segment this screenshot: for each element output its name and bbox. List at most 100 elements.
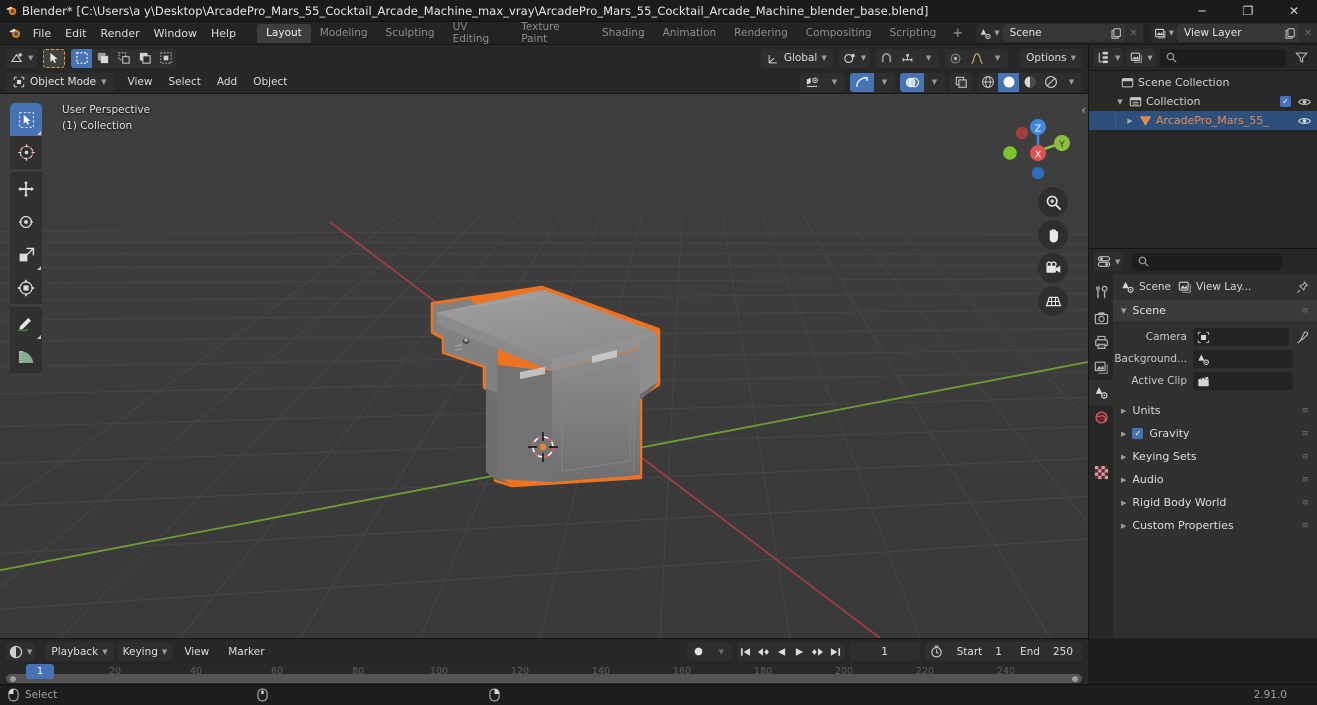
- play-button[interactable]: [791, 642, 809, 661]
- tab-compositing[interactable]: Compositing: [797, 24, 881, 43]
- menu-render[interactable]: Render: [93, 24, 146, 42]
- outliner-search-input[interactable]: [1159, 48, 1286, 67]
- previous-keyframe-button[interactable]: [755, 642, 773, 661]
- select-intersect-icon[interactable]: [155, 49, 176, 68]
- section-gravity[interactable]: ▶ ✓ Gravity ≡: [1113, 422, 1317, 445]
- breadcrumb-scene[interactable]: Scene: [1121, 280, 1171, 294]
- section-audio[interactable]: ▶ Audio ≡: [1113, 468, 1317, 491]
- chevron-down-icon[interactable]: ▼: [987, 49, 1008, 68]
- timeline-menu-keying[interactable]: Keying ▼: [116, 642, 174, 661]
- view-layer-name-field[interactable]: View Layer: [1177, 24, 1281, 42]
- tab-modeling[interactable]: Modeling: [311, 24, 377, 43]
- outliner-editor[interactable]: ▼ ▼ Scene Collection ▼ Collection ✓ ▶ Ar…: [1088, 45, 1317, 248]
- scrollbar-handle-left[interactable]: [10, 675, 16, 682]
- new-view-layer-button[interactable]: [1281, 24, 1299, 42]
- shading-rendered-icon[interactable]: [1040, 73, 1061, 92]
- tab-layout[interactable]: Layout: [257, 23, 311, 43]
- chevron-down-icon[interactable]: ▼: [874, 73, 895, 92]
- collection-checkbox[interactable]: ✓: [1280, 96, 1291, 107]
- transform-orientation-dropdown[interactable]: Global ▼: [760, 48, 833, 68]
- chevron-down-icon[interactable]: ▼: [824, 73, 845, 92]
- falloff-curve-icon[interactable]: [966, 49, 987, 68]
- menu-edit[interactable]: Edit: [58, 24, 93, 42]
- viewport-menu-object[interactable]: Object: [245, 73, 295, 92]
- chevron-down-icon[interactable]: ▼: [711, 642, 732, 661]
- zoom-icon[interactable]: [1038, 187, 1068, 217]
- pin-icon[interactable]: [1296, 280, 1309, 294]
- tool-scale[interactable]: [10, 238, 42, 271]
- menu-help[interactable]: Help: [204, 24, 243, 42]
- section-rigid-body-world[interactable]: ▶ Rigid Body World ≡: [1113, 491, 1317, 514]
- breadcrumb-view-layer[interactable]: View Lay...: [1178, 280, 1251, 294]
- chevron-right-icon[interactable]: ▶: [1125, 117, 1135, 125]
- tab-animation[interactable]: Animation: [654, 24, 726, 43]
- menu-file[interactable]: File: [26, 24, 58, 42]
- timeline-menu-marker[interactable]: Marker: [220, 642, 272, 661]
- use-preview-range-icon[interactable]: [925, 642, 948, 661]
- properties-tab-tool[interactable]: [1089, 280, 1113, 305]
- toggle-ortho-icon[interactable]: [1038, 286, 1068, 316]
- properties-tab-texture[interactable]: [1089, 460, 1113, 485]
- scene-browse-button[interactable]: ▼: [976, 24, 1003, 42]
- tool-measure[interactable]: [10, 340, 42, 373]
- gravity-checkbox[interactable]: ✓: [1132, 428, 1144, 439]
- tool-tweak[interactable]: [10, 103, 42, 136]
- properties-tab-render[interactable]: [1089, 305, 1113, 330]
- 3d-viewport[interactable]: ▼ Global ▼ ▼ ▼ ▼ Options ▼ Object Mode ▼…: [0, 45, 1088, 638]
- chevron-down-icon[interactable]: ▼: [918, 49, 939, 68]
- remove-view-layer-button[interactable]: ✕: [1299, 24, 1317, 42]
- viewport-sidebar-toggle[interactable]: ‹: [1081, 103, 1086, 117]
- maximize-button[interactable]: ❐: [1225, 0, 1271, 22]
- next-keyframe-button[interactable]: [809, 642, 827, 661]
- tab-rendering[interactable]: Rendering: [725, 24, 797, 43]
- tab-sculpting[interactable]: Sculpting: [377, 24, 444, 43]
- section-keying-sets[interactable]: ▶ Keying Sets ≡: [1113, 445, 1317, 468]
- jump-to-start-button[interactable]: [737, 642, 755, 661]
- proportional-edit-icon[interactable]: [945, 49, 966, 68]
- tool-transform[interactable]: [10, 271, 42, 304]
- scene-name-field[interactable]: Scene: [1002, 24, 1107, 42]
- viewport-navigation-gizmo[interactable]: Z Y X: [996, 107, 1074, 185]
- remove-scene-button[interactable]: ✕: [1124, 24, 1143, 42]
- timeline-editor-type-button[interactable]: ▼: [6, 642, 36, 661]
- current-frame-field[interactable]: 1: [849, 642, 920, 661]
- eyedropper-icon[interactable]: [1295, 330, 1309, 344]
- section-units[interactable]: ▶ Units ≡: [1113, 399, 1317, 422]
- timeline-playhead[interactable]: 1: [26, 664, 54, 679]
- active-clip-field[interactable]: [1193, 372, 1293, 390]
- play-reverse-button[interactable]: [773, 642, 791, 661]
- interaction-mode-dropdown[interactable]: Object Mode ▼: [6, 72, 114, 92]
- scrollbar-handle-right[interactable]: [1072, 675, 1078, 682]
- new-scene-button[interactable]: [1106, 24, 1125, 42]
- properties-editor[interactable]: ▼ Scene View Lay... ▼ Scene ≡ Camera Bac…: [1088, 248, 1317, 639]
- options-dropdown[interactable]: Options ▼: [1020, 48, 1082, 68]
- select-box-icon[interactable]: [71, 48, 93, 68]
- toggle-xray-button[interactable]: [950, 72, 972, 92]
- viewport-menu-add[interactable]: Add: [209, 73, 245, 92]
- tool-annotate[interactable]: [10, 307, 42, 340]
- add-workspace-button[interactable]: +: [945, 26, 970, 41]
- viewport-menu-select[interactable]: Select: [160, 73, 208, 92]
- tab-scripting[interactable]: Scripting: [881, 24, 946, 43]
- viewport-canvas[interactable]: [0, 94, 1088, 638]
- properties-search-input[interactable]: [1132, 252, 1283, 271]
- camera-field[interactable]: [1193, 328, 1289, 346]
- select-invert-icon[interactable]: [134, 49, 155, 68]
- chevron-down-icon[interactable]: ▼: [1061, 73, 1082, 92]
- scene-panel-header[interactable]: ▼ Scene ≡: [1113, 300, 1317, 321]
- select-extend-icon[interactable]: [92, 49, 113, 68]
- shading-solid-icon[interactable]: [998, 72, 1019, 92]
- shading-mode-group[interactable]: ▼: [977, 72, 1082, 92]
- shading-material-icon[interactable]: [1019, 73, 1040, 92]
- outliner-filter-id-button[interactable]: ▼: [1127, 48, 1156, 67]
- blender-menu-icon[interactable]: [4, 24, 26, 42]
- timeline-menu-view[interactable]: View: [176, 642, 217, 661]
- viewport-menu-view[interactable]: View: [120, 73, 161, 92]
- properties-tab-world[interactable]: [1089, 405, 1113, 430]
- timeline-editor[interactable]: ▼ Playback ▼ Keying ▼ View Marker ▼ 1 St…: [0, 638, 1088, 684]
- tool-move[interactable]: [10, 172, 42, 205]
- show-overlays-icon[interactable]: [850, 72, 874, 92]
- outliner-display-mode-button[interactable]: ▼: [1094, 48, 1124, 67]
- auto-keying-toggle-icon[interactable]: [687, 642, 711, 661]
- snap-magnet-icon[interactable]: [876, 49, 897, 68]
